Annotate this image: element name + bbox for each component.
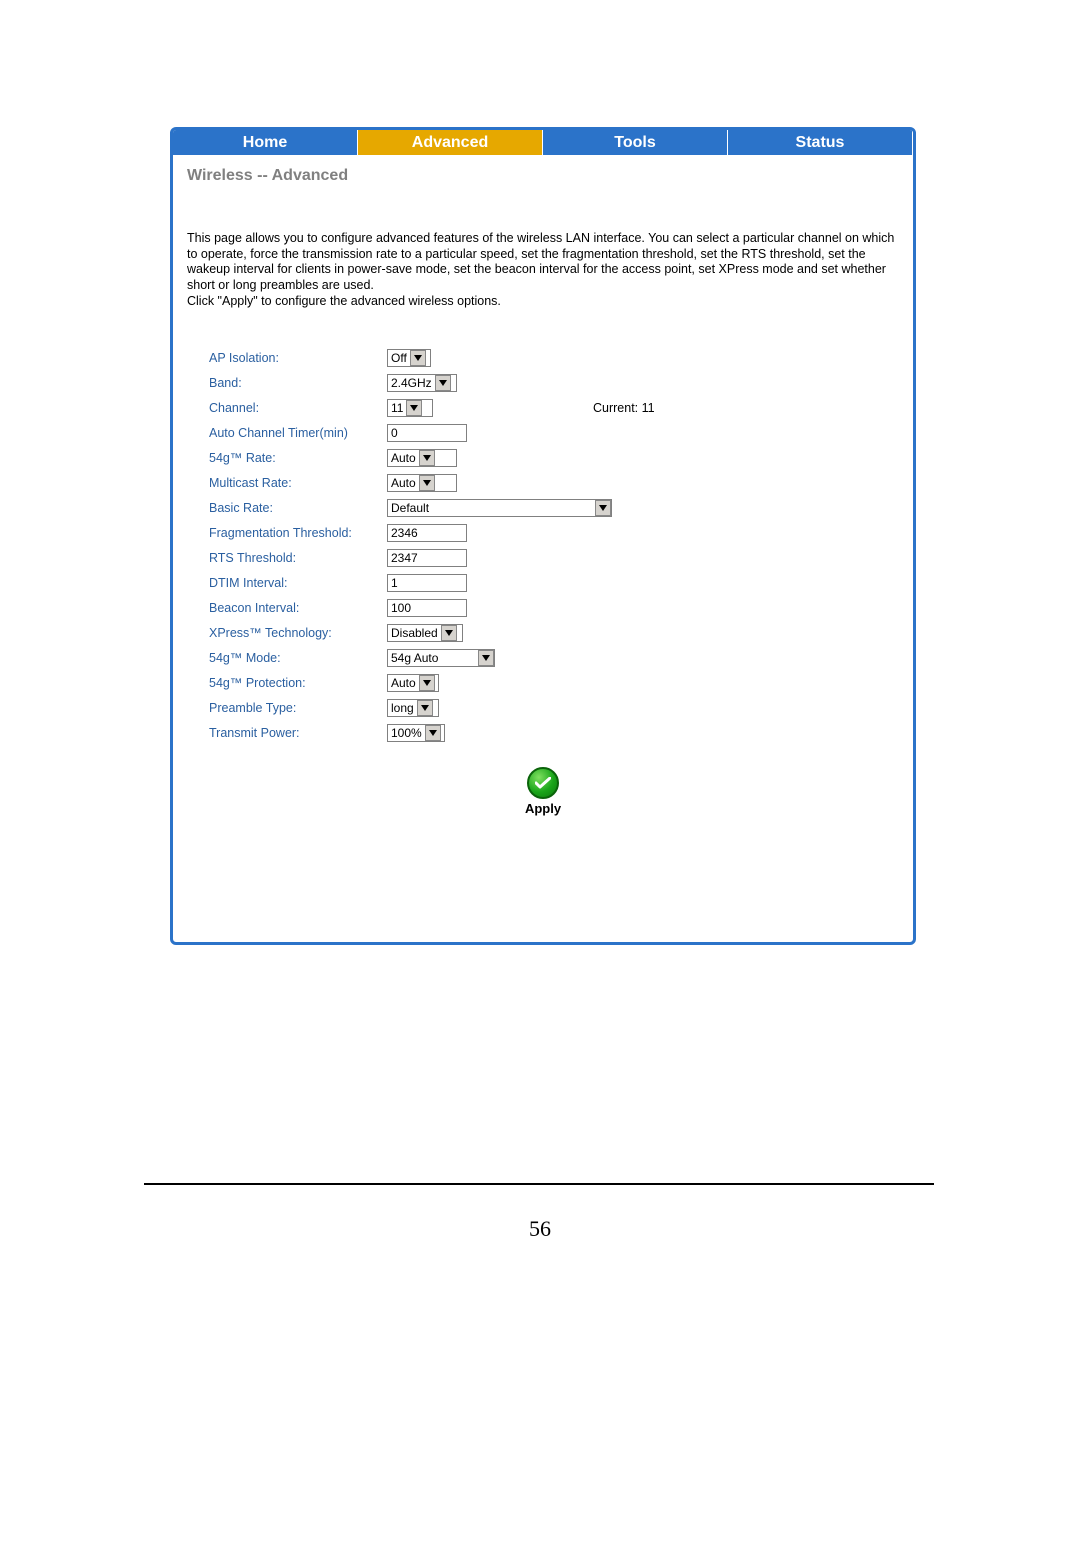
- label-frag-threshold: Fragmentation Threshold:: [209, 526, 387, 540]
- row-basic-rate: Basic Rate: Default: [209, 495, 899, 520]
- apply-label: Apply: [525, 801, 561, 816]
- input-rts-threshold[interactable]: [387, 549, 467, 567]
- tab-home[interactable]: Home: [173, 130, 358, 155]
- select-54g-protection[interactable]: Auto: [387, 674, 439, 692]
- chevron-down-icon: [410, 350, 426, 366]
- row-auto-channel-timer: Auto Channel Timer(min): [209, 420, 899, 445]
- chevron-down-icon: [419, 675, 435, 691]
- label-54g-rate: 54g™ Rate:: [209, 451, 387, 465]
- input-beacon-interval[interactable]: [387, 599, 467, 617]
- router-admin-panel: Home Advanced Tools Status Wireless -- A…: [170, 127, 916, 945]
- row-ap-isolation: AP Isolation: Off: [209, 345, 899, 370]
- label-dtim-interval: DTIM Interval:: [209, 576, 387, 590]
- select-value: Auto: [391, 476, 416, 490]
- select-xpress[interactable]: Disabled: [387, 624, 463, 642]
- current-channel-text: Current: 11: [593, 401, 655, 415]
- label-band: Band:: [209, 376, 387, 390]
- label-54g-mode: 54g™ Mode:: [209, 651, 387, 665]
- label-preamble: Preamble Type:: [209, 701, 387, 715]
- label-multicast-rate: Multicast Rate:: [209, 476, 387, 490]
- label-ap-isolation: AP Isolation:: [209, 351, 387, 365]
- chevron-down-icon: [406, 400, 422, 416]
- select-value: long: [391, 701, 414, 715]
- row-multicast-rate: Multicast Rate: Auto: [209, 470, 899, 495]
- page-number: 56: [0, 1216, 1080, 1242]
- input-auto-channel-timer[interactable]: [387, 424, 467, 442]
- select-channel[interactable]: 11: [387, 399, 433, 417]
- label-rts-threshold: RTS Threshold:: [209, 551, 387, 565]
- row-dtim-interval: DTIM Interval:: [209, 570, 899, 595]
- label-beacon-interval: Beacon Interval:: [209, 601, 387, 615]
- tab-status[interactable]: Status: [728, 130, 913, 155]
- description-text-2: Click "Apply" to configure the advanced …: [187, 294, 899, 310]
- check-icon: [535, 777, 551, 789]
- label-xpress: XPress™ Technology:: [209, 626, 387, 640]
- tab-bar: Home Advanced Tools Status: [173, 130, 913, 155]
- label-basic-rate: Basic Rate:: [209, 501, 387, 515]
- select-value: Auto: [391, 451, 416, 465]
- label-auto-channel-timer: Auto Channel Timer(min): [209, 426, 387, 440]
- chevron-down-icon: [425, 725, 441, 741]
- row-xpress: XPress™ Technology: Disabled: [209, 620, 899, 645]
- select-54g-mode[interactable]: 54g Auto: [387, 649, 495, 667]
- row-preamble: Preamble Type: long: [209, 695, 899, 720]
- chevron-down-icon: [417, 700, 433, 716]
- select-value: Default: [391, 501, 592, 515]
- row-band: Band: 2.4GHz: [209, 370, 899, 395]
- panel-body: Wireless -- Advanced This page allows yo…: [173, 155, 913, 816]
- settings-form: AP Isolation: Off Band: 2.4GHz: [209, 345, 899, 745]
- select-multicast-rate[interactable]: Auto: [387, 474, 457, 492]
- chevron-down-icon: [478, 650, 494, 666]
- page-description: This page allows you to configure advanc…: [187, 231, 899, 309]
- label-channel: Channel:: [209, 401, 387, 415]
- select-54g-rate[interactable]: Auto: [387, 449, 457, 467]
- select-value: Auto: [391, 676, 416, 690]
- row-frag-threshold: Fragmentation Threshold:: [209, 520, 899, 545]
- select-preamble[interactable]: long: [387, 699, 439, 717]
- select-value: 11: [391, 401, 403, 415]
- select-transmit-power[interactable]: 100%: [387, 724, 445, 742]
- row-rts-threshold: RTS Threshold:: [209, 545, 899, 570]
- chevron-down-icon: [419, 450, 435, 466]
- row-54g-mode: 54g™ Mode: 54g Auto: [209, 645, 899, 670]
- chevron-down-icon: [419, 475, 435, 491]
- select-value: Off: [391, 351, 407, 365]
- select-band[interactable]: 2.4GHz: [387, 374, 457, 392]
- document-page: Home Advanced Tools Status Wireless -- A…: [0, 0, 1080, 1564]
- row-54g-rate: 54g™ Rate: Auto: [209, 445, 899, 470]
- description-text-1: This page allows you to configure advanc…: [187, 231, 899, 294]
- tab-tools[interactable]: Tools: [543, 130, 728, 155]
- select-value: 54g Auto: [391, 651, 475, 665]
- row-beacon-interval: Beacon Interval:: [209, 595, 899, 620]
- footer-rule: [144, 1183, 934, 1185]
- label-54g-protection: 54g™ Protection:: [209, 676, 387, 690]
- chevron-down-icon: [441, 625, 457, 641]
- apply-button[interactable]: [527, 767, 559, 799]
- chevron-down-icon: [435, 375, 451, 391]
- select-value: 100%: [391, 726, 422, 740]
- input-frag-threshold[interactable]: [387, 524, 467, 542]
- apply-area: Apply: [187, 767, 899, 816]
- row-transmit-power: Transmit Power: 100%: [209, 720, 899, 745]
- input-dtim-interval[interactable]: [387, 574, 467, 592]
- row-channel: Channel: 11 Current: 11: [209, 395, 899, 420]
- label-transmit-power: Transmit Power:: [209, 726, 387, 740]
- page-title: Wireless -- Advanced: [187, 167, 899, 185]
- select-value: 2.4GHz: [391, 376, 432, 390]
- select-value: Disabled: [391, 626, 438, 640]
- select-ap-isolation[interactable]: Off: [387, 349, 431, 367]
- chevron-down-icon: [595, 500, 611, 516]
- tab-advanced[interactable]: Advanced: [358, 130, 543, 155]
- select-basic-rate[interactable]: Default: [387, 499, 612, 517]
- row-54g-protection: 54g™ Protection: Auto: [209, 670, 899, 695]
